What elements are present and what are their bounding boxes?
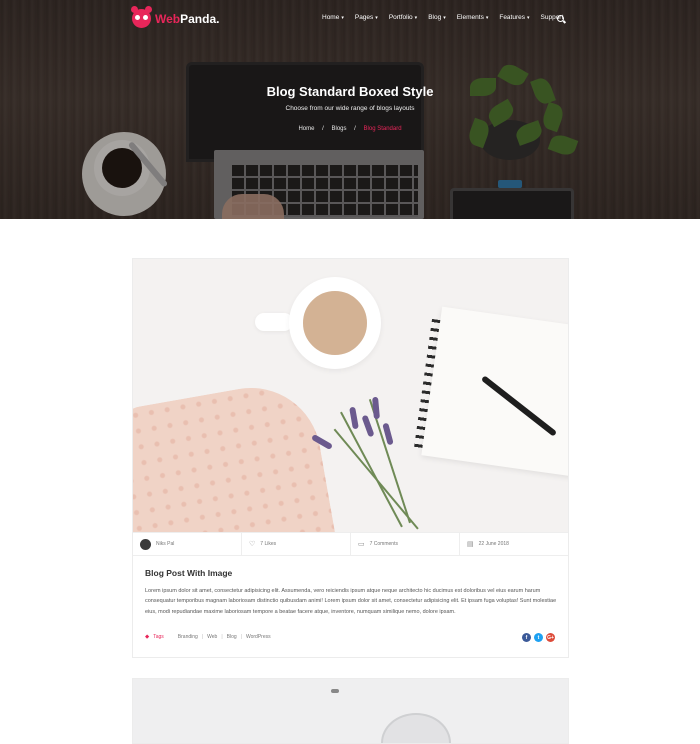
brand-name: WebPanda. [155,12,219,26]
product-image [381,713,451,743]
blog-post-card-2-image[interactable] [132,678,569,744]
chevron-down-icon: ▾ [443,14,446,21]
tag-separator: | [201,634,204,640]
post-comments[interactable]: ▭ 7 Comments [351,533,460,555]
lavender-bud-image [372,396,380,420]
post-meta-bar: Niks Pal ♡ 7 Likes ▭ 7 Comments ▤ 22 Jun… [133,532,568,556]
calendar-icon: ▤ [467,540,474,548]
top-navbar: WebPanda. Home ▾ Pages ▾ Portfolio ▾ Blog ▾ … [0,0,700,38]
nav-item-features[interactable]: Features ▾ [499,14,529,21]
chevron-down-icon: ▾ [414,14,418,21]
lavender-bud-image [361,414,375,438]
heart-icon: ♡ [249,540,256,548]
breadcrumb-separator: / [322,126,324,132]
post-featured-image[interactable] [133,259,568,532]
google-plus-icon[interactable]: G+ [546,633,555,642]
breadcrumb-current: Blog Standard [363,126,402,132]
nav-item-portfolio[interactable]: Portfolio ▾ [389,14,417,21]
nav-item-label: Pages [354,14,374,21]
share-buttons: f t G+ [522,633,555,642]
post-title[interactable]: Blog Post With Image [145,568,232,578]
latte-image [299,287,371,359]
comment-icon: ▭ [358,540,365,548]
nav-item-elements[interactable]: Elements ▾ [457,14,489,21]
post-date: ▤ 22 June 2018 [460,533,568,555]
nav-item-label: Features [499,14,525,21]
post-likes[interactable]: ♡ 7 Likes [242,533,351,555]
chevron-down-icon: ▾ [485,14,489,21]
facebook-icon[interactable]: f [522,633,531,642]
decor-image [331,689,339,693]
post-excerpt: Lorem ipsum dolor sit amet, consectetur … [145,588,557,615]
panda-ear-icon [131,6,138,13]
nav-item-label: Blog [428,14,442,21]
avatar [140,538,151,550]
breadcrumb-home-link[interactable]: Home [298,126,314,132]
nav-item-label: Portfolio [388,14,413,21]
brand-logo[interactable]: WebPanda. [131,6,219,28]
date-text: 22 June 2018 [478,541,509,547]
tags-label: Tags [153,634,164,640]
main-menu: Home ▾ Pages ▾ Portfolio ▾ Blog ▾ Elements ▾ … [322,14,574,21]
nav-item-label: Home [322,14,340,21]
brand-name-part2: Panda. [180,11,220,26]
comments-count: 7 Comments [369,541,398,547]
brand-name-part1: Web [155,11,181,26]
cup-handle-image [255,313,293,331]
notebook-image [421,306,568,478]
likes-count: 7 Likes [260,541,277,547]
tag-icon: ◆ [145,634,150,640]
post-tags: ◆ Tags Branding | Web | Blog | WordPress [145,634,271,640]
lavender-bud-image [349,406,359,430]
tag-link[interactable]: Blog [227,634,237,640]
nav-item-pages[interactable]: Pages ▾ [355,14,378,21]
nav-item-label: Elements [456,14,484,21]
chevron-down-icon: ▾ [527,14,530,21]
breadcrumb: Home / Blogs / Blog Standard [0,126,700,132]
panda-logo-icon [131,6,152,28]
nav-item-home[interactable]: Home ▾ [322,14,344,21]
tag-separator: | [240,634,242,640]
post-author[interactable]: Niks Pal [133,533,242,555]
page-title: Blog Standard Boxed Style [266,84,434,99]
lavender-stem-image [333,428,419,530]
tag-separator: | [221,634,223,640]
chevron-down-icon: ▾ [375,14,378,21]
panda-ear-icon [145,6,152,13]
knitting-image [133,376,336,532]
breadcrumb-separator: / [354,126,356,132]
nav-item-blog[interactable]: Blog ▾ [428,14,446,21]
tag-link[interactable]: Branding [178,634,198,640]
author-name: Niks Pal [156,541,175,547]
twitter-icon[interactable]: t [534,633,543,642]
breadcrumb-blogs-link[interactable]: Blogs [331,126,346,132]
tag-link[interactable]: Web [207,634,217,640]
search-icon[interactable] [557,15,564,22]
blog-post-card: Niks Pal ♡ 7 Likes ▭ 7 Comments ▤ 22 Jun… [132,258,569,658]
chevron-down-icon: ▾ [341,14,344,21]
tag-link[interactable]: WordPress [246,634,271,640]
page-subtitle: Choose from our wide range of blogs layo… [285,105,415,112]
